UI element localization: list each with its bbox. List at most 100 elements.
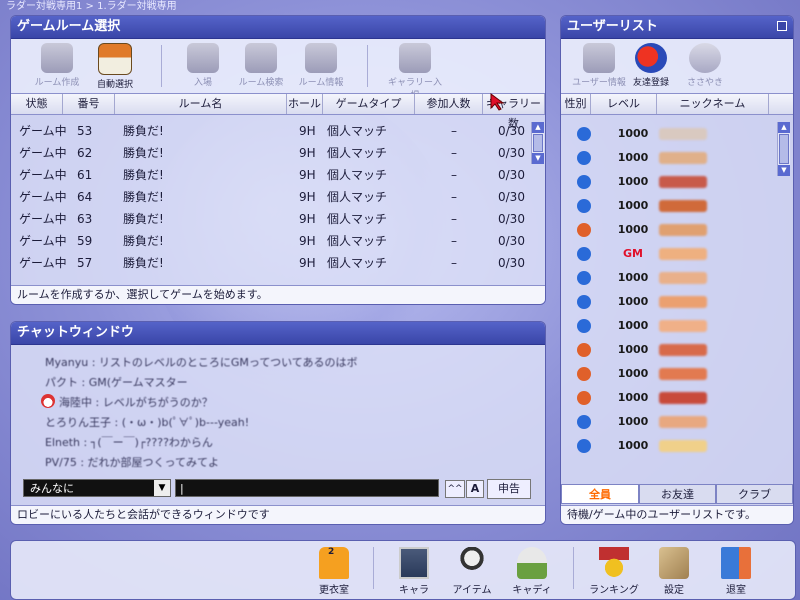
tab-all[interactable]: 全員 <box>561 484 639 504</box>
medal-icon <box>599 547 629 579</box>
user-level: 1000 <box>617 127 649 140</box>
table-row[interactable]: ゲーム中 59 勝負だ! 9H 個人マッチ – 0/30 <box>11 230 531 252</box>
scroll-up-icon[interactable]: ▲ <box>778 122 790 133</box>
user-level: 1000 <box>617 199 649 212</box>
whisper-button[interactable]: ささやき <box>677 43 733 88</box>
create-room-button[interactable]: ルーム作成 <box>29 43 85 88</box>
tab-friends[interactable]: お友達 <box>639 484 716 504</box>
list-item[interactable]: GM <box>561 242 777 266</box>
chat-message: PV/75 : だれか部屋つくってみてよ <box>45 456 220 469</box>
report-button[interactable]: 申告 <box>487 479 531 499</box>
channel-select[interactable]: みんなに ▼ <box>23 479 171 497</box>
font-style-button[interactable]: A <box>466 480 484 498</box>
list-item[interactable]: 1000 <box>561 170 777 194</box>
item-label: アイテム <box>452 585 492 596</box>
room-panel: ゲームルーム選択 ルーム作成 自動選択 入場 ルーム検索 ルーム情報 ギャラリー… <box>10 15 546 305</box>
font-size-button[interactable]: ^^ <box>445 480 465 498</box>
gallery-enter-button[interactable]: ギャラリー入場 <box>387 43 443 101</box>
user-info-button[interactable]: ユーザー情報 <box>571 43 627 88</box>
user-nickname <box>659 344 707 356</box>
room-gallery: 0/30 <box>498 168 525 182</box>
table-row[interactable]: ゲーム中 61 勝負だ! 9H 個人マッチ – 0/30 <box>11 164 531 186</box>
room-gallery: 0/30 <box>498 124 525 138</box>
character-button[interactable]: キャラ <box>387 547 441 596</box>
chat-message: パクト : GM(ゲームマスター <box>45 376 188 389</box>
list-item[interactable]: 1000 <box>561 434 777 458</box>
col-gender[interactable]: 性別 <box>561 94 591 114</box>
auto-select-button[interactable]: 自動選択 <box>87 43 143 90</box>
list-item[interactable]: 1000 <box>561 218 777 242</box>
scroll-down-icon[interactable]: ▼ <box>532 153 544 164</box>
list-item[interactable]: 1000 <box>561 314 777 338</box>
caddie-label: キャディ <box>512 585 552 596</box>
list-item[interactable]: 1000 <box>561 290 777 314</box>
caddie-button[interactable]: キャディ <box>505 547 559 596</box>
character-label: キャラ <box>399 585 429 596</box>
scroll-down-icon[interactable]: ▼ <box>778 165 790 176</box>
list-item[interactable]: 1000 <box>561 410 777 434</box>
speech-bubble-icon <box>689 43 721 73</box>
enter-room-button[interactable]: 入場 <box>175 43 231 88</box>
col-number[interactable]: 番号 <box>63 94 115 114</box>
ranking-button[interactable]: ランキング <box>587 547 641 596</box>
scroll-up-icon[interactable]: ▲ <box>532 122 544 133</box>
user-nickname <box>659 152 707 164</box>
table-row[interactable]: ゲーム中 53 勝負だ! 9H 個人マッチ – 0/30 <box>11 120 531 142</box>
list-item[interactable]: 1000 <box>561 146 777 170</box>
list-item[interactable]: 1000 <box>561 266 777 290</box>
bar-divider <box>573 547 574 589</box>
tab-club[interactable]: クラブ <box>716 484 793 504</box>
user-nickname <box>659 128 707 140</box>
col-hole[interactable]: ホール <box>287 94 323 114</box>
col-room-name[interactable]: ルーム名 <box>115 94 287 114</box>
table-row[interactable]: ゲーム中 57 勝負だ! 9H 個人マッチ – 0/30 <box>11 252 531 274</box>
toolbar-divider <box>367 45 368 87</box>
exit-button[interactable]: 退室 <box>709 547 763 596</box>
male-icon <box>577 151 591 165</box>
col-state[interactable]: 状態 <box>11 94 63 114</box>
room-players: – <box>451 256 457 270</box>
room-list: ゲーム中 53 勝負だ! 9H 個人マッチ – 0/30 ゲーム中 62 勝負だ… <box>11 120 531 282</box>
chat-message: 海陸中 : レベルがちがうのか？ <box>59 396 213 409</box>
scroll-thumb[interactable] <box>779 134 789 164</box>
item-button[interactable]: アイテム <box>445 547 499 596</box>
channel-select-value: みんなに <box>30 482 74 495</box>
user-level: 1000 <box>617 439 649 452</box>
auto-select-label: 自動選択 <box>96 80 133 90</box>
changing-room-label: 更衣室 <box>319 585 349 596</box>
room-table-header: 状態 番号 ルーム名 ホール ゲームタイプ 参加人数 ギャラリー数 <box>11 94 545 130</box>
chat-input[interactable]: | <box>175 479 439 497</box>
minimize-icon[interactable] <box>777 21 787 31</box>
table-row[interactable]: ゲーム中 64 勝負だ! 9H 個人マッチ – 0/30 <box>11 186 531 208</box>
list-item[interactable]: 1000 <box>561 122 777 146</box>
table-row[interactable]: ゲーム中 62 勝負だ! 9H 個人マッチ – 0/30 <box>11 142 531 164</box>
list-item[interactable]: 1000 <box>561 194 777 218</box>
col-game-type[interactable]: ゲームタイプ <box>323 94 415 114</box>
col-players[interactable]: 参加人数 <box>415 94 483 114</box>
user-list-scrollbar[interactable]: ▲ ▼ <box>777 122 790 176</box>
cursor-icon <box>490 93 504 111</box>
room-list-scrollbar[interactable]: ▲ ▼ <box>531 122 544 164</box>
room-number: 63 <box>77 212 93 226</box>
room-gallery: 0/30 <box>498 234 525 248</box>
list-item[interactable]: 1000 <box>561 386 777 410</box>
add-friend-button[interactable]: 友達登録 <box>623 43 679 88</box>
changing-room-button[interactable]: 2 更衣室 <box>307 547 361 596</box>
create-room-label: ルーム作成 <box>34 78 80 88</box>
scroll-thumb[interactable] <box>533 134 543 152</box>
list-item[interactable]: 1000 <box>561 338 777 362</box>
search-room-button[interactable]: ルーム検索 <box>233 43 289 88</box>
chevron-down-icon[interactable]: ▼ <box>154 480 170 496</box>
male-icon <box>577 175 591 189</box>
shirt-icon: 2 <box>319 547 349 579</box>
room-info-button[interactable]: ルーム情報 <box>293 43 349 88</box>
col-nickname[interactable]: ニックネーム <box>657 94 769 114</box>
col-level[interactable]: レベル <box>591 94 657 114</box>
settings-button[interactable]: 設定 <box>647 547 701 596</box>
chat-panel-title: チャットウィンドウ <box>11 322 545 345</box>
user-nickname <box>659 320 707 332</box>
add-friend-label: 友達登録 <box>632 78 669 88</box>
table-row[interactable]: ゲーム中 63 勝負だ! 9H 個人マッチ – 0/30 <box>11 208 531 230</box>
list-item[interactable]: 1000 <box>561 362 777 386</box>
male-icon <box>577 295 591 309</box>
